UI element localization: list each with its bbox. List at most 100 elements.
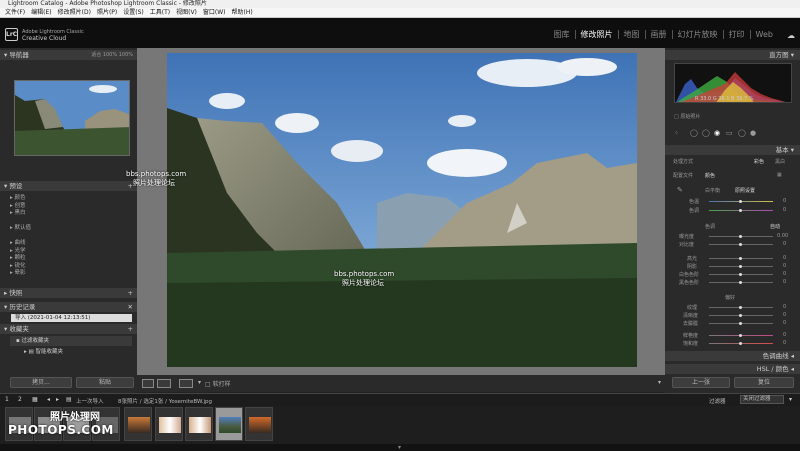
filter-select[interactable]: 关闭过滤器: [740, 395, 784, 404]
menu-edit[interactable]: 编辑(E): [28, 8, 54, 17]
page1-icon[interactable]: 1: [5, 396, 9, 403]
preset-group[interactable]: ▸ 颜色: [10, 195, 31, 203]
filmstrip-thumbnail[interactable]: [124, 407, 152, 441]
history-entry[interactable]: 导入 (2021-01-04 12:13:51): [11, 314, 132, 322]
highlights-knob[interactable]: [739, 257, 742, 260]
add-collection-icon[interactable]: +: [128, 324, 133, 334]
compare-view-icon[interactable]: [157, 379, 171, 388]
menu-photo[interactable]: 照片(P): [94, 8, 120, 17]
filter-lock-icon[interactable]: ▾: [789, 396, 792, 403]
spot-removal-icon[interactable]: ◯: [702, 129, 710, 137]
module-book[interactable]: 画册: [644, 30, 672, 39]
contrast-knob[interactable]: [739, 243, 742, 246]
brush-icon[interactable]: ●: [750, 129, 756, 137]
collection-filter[interactable]: ▪ 过滤收藏夹: [10, 336, 132, 346]
vibrance-knob[interactable]: [739, 334, 742, 337]
contrast-value[interactable]: 0: [783, 241, 786, 247]
swap-icon[interactable]: ▾: [198, 379, 201, 386]
filmstrip-thumbnail[interactable]: [245, 407, 273, 441]
soft-proof-checkbox[interactable]: □ 软打样: [205, 379, 231, 388]
radial-filter-icon[interactable]: ◯: [738, 129, 746, 137]
basic-header[interactable]: 基本 ▾: [665, 145, 800, 155]
saturation-value[interactable]: 0: [783, 340, 786, 346]
histogram-display[interactable]: R 33.0 G 36.1 B 39.7 %: [674, 63, 792, 103]
module-web[interactable]: Web: [749, 30, 778, 39]
collections-header[interactable]: ▾ 收藏夹 +: [0, 324, 137, 334]
wb-select[interactable]: 原照设置: [735, 187, 755, 194]
tint-value[interactable]: 0: [783, 207, 786, 213]
preset-group[interactable]: ▸ 默认值: [10, 225, 31, 233]
clarity-knob[interactable]: [739, 314, 742, 317]
reset-button[interactable]: 复位: [734, 377, 794, 388]
shadows-knob[interactable]: [739, 265, 742, 268]
cloud-icon[interactable]: ☁: [787, 31, 795, 40]
grid-icon[interactable]: ⁘: [674, 130, 679, 137]
back-arrow-icon[interactable]: ◂: [47, 396, 50, 403]
preset-group[interactable]: ▸ 颗粒: [10, 255, 31, 263]
copy-button[interactable]: 拷贝...: [10, 377, 72, 388]
loupe-view-icon[interactable]: [142, 379, 154, 388]
menu-develop[interactable]: 修改照片(D): [55, 8, 94, 17]
forward-arrow-icon[interactable]: ▸: [56, 396, 59, 403]
module-develop[interactable]: 修改照片: [574, 30, 618, 39]
dehaze-knob[interactable]: [739, 322, 742, 325]
paste-button[interactable]: 粘贴: [76, 377, 134, 388]
filmstrip-source-icon[interactable]: ▤: [66, 396, 72, 403]
highlights-value[interactable]: 0: [783, 255, 786, 261]
dehaze-value[interactable]: 0: [783, 320, 786, 326]
module-map[interactable]: 地图: [617, 30, 645, 39]
navigator-preview[interactable]: [14, 80, 130, 156]
toolbar-menu-icon[interactable]: ▾: [658, 379, 661, 386]
grid-icon[interactable]: ▦: [32, 396, 38, 403]
tint-knob[interactable]: [739, 209, 742, 212]
navigator-header[interactable]: ▾ 导航器 适合 100% 100%: [0, 50, 137, 60]
histogram-header[interactable]: 直方图 ▾: [665, 50, 800, 60]
previous-button[interactable]: 上一张: [672, 377, 730, 388]
temp-value[interactable]: 0: [783, 198, 786, 204]
clarity-value[interactable]: 0: [783, 312, 786, 318]
vibrance-value[interactable]: 0: [783, 332, 786, 338]
whites-value[interactable]: 0: [783, 271, 786, 277]
main-photo[interactable]: [167, 53, 637, 367]
treatment-color[interactable]: 彩色: [754, 158, 764, 165]
menu-help[interactable]: 帮助(H): [229, 8, 256, 17]
zoom-options[interactable]: 适合 100% 100%: [91, 50, 133, 60]
page2-icon[interactable]: 2: [18, 396, 22, 403]
filmstrip-source[interactable]: 上一次导入: [76, 397, 104, 405]
bottom-panel-toggle[interactable]: ▾: [0, 444, 800, 451]
profile-browser-icon[interactable]: ▦: [777, 172, 782, 178]
whites-knob[interactable]: [739, 273, 742, 276]
preset-group[interactable]: ▸ 创意: [10, 203, 31, 211]
menu-file[interactable]: 文件(F): [2, 8, 28, 17]
redeye-icon[interactable]: ◉: [714, 129, 720, 137]
crop-tool-icon[interactable]: ◯: [690, 129, 698, 137]
snapshots-header[interactable]: ▸ 快照 +: [0, 288, 137, 298]
before-after-icon[interactable]: [179, 379, 193, 388]
preset-group[interactable]: ▸ 光学: [10, 248, 31, 256]
menu-window[interactable]: 窗口(W): [200, 8, 229, 17]
smart-collection-set[interactable]: ▸ ▤ 智能收藏夹: [10, 347, 63, 357]
history-header[interactable]: ▾ 历史记录 ✕: [0, 302, 137, 312]
menu-settings[interactable]: 设置(S): [120, 8, 147, 17]
preset-group[interactable]: ▸ 黑白: [10, 210, 31, 218]
preset-group[interactable]: ▸ 晕影: [10, 270, 31, 278]
filmstrip-thumbnail[interactable]: [185, 407, 213, 441]
exposure-value[interactable]: 0.00: [777, 233, 788, 239]
filmstrip-thumbnail[interactable]: [155, 407, 183, 441]
texture-value[interactable]: 0: [783, 304, 786, 310]
expand-arrow-icon[interactable]: ▾: [398, 444, 401, 451]
clear-history-icon[interactable]: ✕: [128, 302, 133, 312]
exposure-knob[interactable]: [739, 235, 742, 238]
graduated-filter-icon[interactable]: ▭: [726, 129, 733, 137]
treatment-bw[interactable]: 黑白: [775, 158, 785, 165]
blacks-knob[interactable]: [739, 281, 742, 284]
add-snapshot-icon[interactable]: +: [128, 288, 133, 298]
hsl-header[interactable]: HSL / 颜色 ◂: [665, 364, 800, 374]
filmstrip-thumbnail-selected[interactable]: [215, 407, 243, 441]
preset-group[interactable]: ▸ 曲线: [10, 240, 31, 248]
saturation-knob[interactable]: [739, 342, 742, 345]
menu-view[interactable]: 视图(V): [173, 8, 200, 17]
module-slideshow[interactable]: 幻灯片放映: [671, 30, 723, 39]
menu-tools[interactable]: 工具(T): [147, 8, 173, 17]
module-library[interactable]: 图库: [549, 30, 575, 39]
